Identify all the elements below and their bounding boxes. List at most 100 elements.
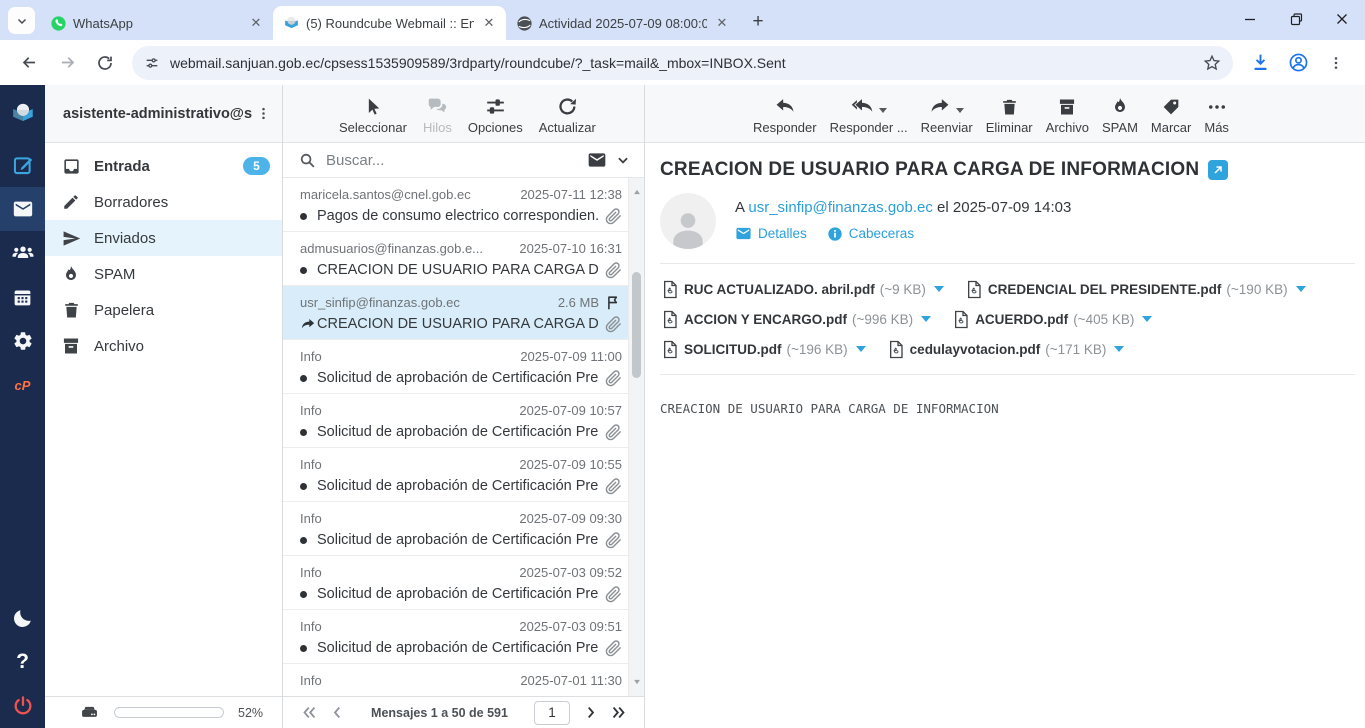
- rail-cpanel-button[interactable]: cP: [0, 363, 45, 407]
- message-subject: CREACION DE USUARIO PARA CARGA DE I...: [317, 316, 599, 332]
- attachment-name[interactable]: CREDENCIAL DEL PRESIDENTE.pdf: [988, 282, 1222, 297]
- sidebar-item-enviados[interactable]: Enviados: [45, 220, 282, 256]
- first-page-button[interactable]: [295, 704, 323, 721]
- browser-tab-2[interactable]: Actividad 2025-07-09 08:00:00✕: [506, 6, 739, 40]
- list-scrollbar[interactable]: [628, 178, 644, 696]
- page-number-input[interactable]: [534, 701, 570, 725]
- message-row[interactable]: maricela.santos@cnel.gob.ec2025-07-11 12…: [283, 178, 628, 232]
- tab-close-icon[interactable]: ✕: [247, 14, 265, 32]
- open-in-new-window-icon[interactable]: [1208, 160, 1228, 180]
- attachment-name[interactable]: cedulayvotacion.pdf: [910, 342, 1041, 357]
- sidebar-item-entrada[interactable]: Entrada5: [45, 148, 282, 184]
- message-sender: Info: [300, 349, 512, 364]
- tab-close-icon[interactable]: ✕: [713, 14, 731, 32]
- dropdown-caret-icon[interactable]: [879, 108, 887, 113]
- sidebar-item-papelera[interactable]: Papelera: [45, 292, 282, 328]
- back-button[interactable]: [13, 47, 45, 79]
- recipient-email-link[interactable]: usr_sinfip@finanzas.gob.ec: [748, 199, 933, 216]
- tab-close-icon[interactable]: ✕: [480, 14, 498, 32]
- scrollbar-thumb[interactable]: [632, 272, 641, 378]
- attachment-item[interactable]: RUC ACTUALIZADO. abril.pdf(~9 KB): [662, 277, 944, 301]
- browser-tab-0[interactable]: WhatsApp✕: [40, 6, 273, 40]
- account-menu-icon[interactable]: [252, 106, 274, 121]
- message-button-archivo[interactable]: Archivo: [1046, 93, 1089, 135]
- attachment-menu-caret-icon[interactable]: [1296, 286, 1306, 292]
- message-row[interactable]: Info2025-07-01 11:30: [283, 664, 628, 696]
- prev-page-button[interactable]: [323, 704, 351, 721]
- new-tab-button[interactable]: +: [745, 9, 771, 35]
- sidebar-item-archivo[interactable]: Archivo: [45, 328, 282, 364]
- message-row[interactable]: Info2025-07-09 10:55Solicitud de aprobac…: [283, 448, 628, 502]
- minimize-button[interactable]: [1227, 0, 1273, 38]
- message-button-eliminar[interactable]: Eliminar: [986, 93, 1033, 135]
- list-button-actualizar[interactable]: Actualizar: [539, 93, 596, 135]
- message-row[interactable]: usr_sinfip@finanzas.gob.ec2.6 MBCREACION…: [283, 286, 628, 340]
- attachment-item[interactable]: cedulayvotacion.pdf(~171 KB): [888, 337, 1125, 361]
- attachment-menu-caret-icon[interactable]: [921, 316, 931, 322]
- attachment-item[interactable]: CREDENCIAL DEL PRESIDENTE.pdf(~190 KB): [966, 277, 1306, 301]
- message-row[interactable]: Info2025-07-09 10:57Solicitud de aprobac…: [283, 394, 628, 448]
- last-page-button[interactable]: [604, 704, 632, 721]
- attachment-name[interactable]: SOLICITUD.pdf: [684, 342, 782, 357]
- reload-button[interactable]: [89, 47, 121, 79]
- help-button[interactable]: ?: [0, 640, 45, 684]
- message-button-spam[interactable]: SPAM: [1102, 93, 1138, 135]
- browser-tab-1[interactable]: (5) Roundcube Webmail :: Envia✕: [273, 6, 506, 40]
- rail-settings-button[interactable]: [0, 319, 45, 363]
- dark-mode-toggle[interactable]: [0, 596, 45, 640]
- address-bar[interactable]: webmail.sanjuan.gob.ec/cpsess1535909589/…: [132, 46, 1233, 80]
- message-row[interactable]: admusuarios@finanzas.gob.e...2025-07-10 …: [283, 232, 628, 286]
- list-button-opciones[interactable]: Opciones: [468, 93, 523, 135]
- search-input[interactable]: [326, 152, 587, 169]
- bookmark-star-icon[interactable]: [1203, 54, 1221, 72]
- sidebar-item-borradores[interactable]: Borradores: [45, 184, 282, 220]
- message-row[interactable]: Info2025-07-09 11:00Solicitud de aprobac…: [283, 340, 628, 394]
- site-settings-icon[interactable]: [144, 55, 160, 71]
- logout-button[interactable]: [0, 684, 45, 728]
- attachment-menu-caret-icon[interactable]: [1114, 346, 1124, 352]
- search-options-chevron-icon[interactable]: [616, 153, 630, 167]
- message-button-marcar[interactable]: Marcar: [1151, 93, 1191, 135]
- headers-toggle[interactable]: Cabeceras: [827, 226, 914, 242]
- list-button-seleccionar[interactable]: Seleccionar: [339, 93, 407, 135]
- attachment-name[interactable]: RUC ACTUALIZADO. abril.pdf: [684, 282, 875, 297]
- dropdown-caret-icon[interactable]: [956, 108, 964, 113]
- tab-search-button[interactable]: [8, 7, 35, 34]
- rail-contacts-button[interactable]: [0, 231, 45, 275]
- details-toggle[interactable]: Detalles: [735, 225, 807, 242]
- download-icon[interactable]: [1244, 47, 1276, 79]
- profile-icon[interactable]: [1282, 47, 1314, 79]
- restore-button[interactable]: [1273, 0, 1319, 38]
- message-row[interactable]: Info2025-07-03 09:52Solicitud de aprobac…: [283, 556, 628, 610]
- search-scope-envelope-icon[interactable]: [587, 150, 607, 170]
- close-window-button[interactable]: [1319, 0, 1365, 38]
- message-row[interactable]: Info2025-07-09 09:30Solicitud de aprobac…: [283, 502, 628, 556]
- attachment-name[interactable]: ACUERDO.pdf: [975, 312, 1068, 327]
- rail-calendar-button[interactable]: [0, 275, 45, 319]
- attachment-item[interactable]: SOLICITUD.pdf(~196 KB): [662, 337, 866, 361]
- list-button-hilos[interactable]: Hilos: [423, 93, 452, 135]
- message-button-reenviar[interactable]: Reenviar: [921, 93, 973, 135]
- flag-icon[interactable]: [605, 294, 622, 311]
- next-page-button[interactable]: [576, 704, 604, 721]
- message-button-ms[interactable]: Más: [1204, 93, 1229, 135]
- attachment-name[interactable]: ACCION Y ENCARGO.pdf: [684, 312, 847, 327]
- message-row[interactable]: Info2025-07-03 09:51Solicitud de aprobac…: [283, 610, 628, 664]
- forward-button[interactable]: [51, 47, 83, 79]
- attachment-menu-caret-icon[interactable]: [856, 346, 866, 352]
- message-button-responder[interactable]: Responder ...: [830, 93, 908, 135]
- sent-label: el: [937, 199, 949, 216]
- attachment-menu-caret-icon[interactable]: [934, 286, 944, 292]
- paperclip-icon: [605, 532, 622, 549]
- rail-mail-button[interactable]: [0, 187, 45, 231]
- attachment-item[interactable]: ACCION Y ENCARGO.pdf(~996 KB): [662, 307, 931, 331]
- browser-menu-icon[interactable]: [1320, 47, 1352, 79]
- sidebar-item-spam[interactable]: SPAM: [45, 256, 282, 292]
- scroll-up-icon[interactable]: [629, 184, 644, 200]
- attachment-menu-caret-icon[interactable]: [1142, 316, 1152, 322]
- scroll-down-icon[interactable]: [629, 674, 644, 690]
- attachment-item[interactable]: ACUERDO.pdf(~405 KB): [953, 307, 1152, 331]
- url-text[interactable]: webmail.sanjuan.gob.ec/cpsess1535909589/…: [170, 55, 1203, 71]
- rail-compose-button[interactable]: [0, 143, 45, 187]
- message-button-responder[interactable]: Responder: [753, 93, 817, 135]
